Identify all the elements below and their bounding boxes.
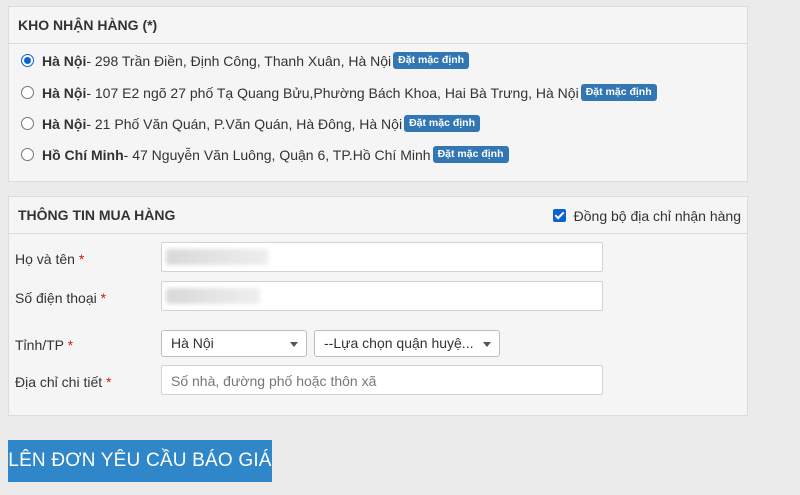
required-mark: * [78, 251, 85, 267]
buyer-info-panel: THÔNG TIN MUA HÀNG Đồng bộ địa chỉ nhận … [8, 196, 748, 416]
warehouse-title: KHO NHẬN HÀNG (*) [9, 7, 747, 44]
province-value: Hà Nội [171, 335, 214, 351]
warehouse-address: - 107 E2 ngõ 27 phố Tạ Quang Bửu,Phường … [86, 84, 579, 101]
required-mark: * [67, 337, 74, 353]
phone-input[interactable] [161, 281, 603, 311]
phone-label: Số điện thoại * [15, 290, 107, 306]
caret-down-icon [483, 342, 491, 347]
set-default-button[interactable]: Đặt mặc định [404, 115, 480, 132]
warehouse-address: - 47 Nguyễn Văn Luông, Quận 6, TP.Hồ Chí… [123, 146, 431, 163]
district-value: --Lựa chọn quận huyệ... [324, 335, 474, 351]
buyer-info-header: THÔNG TIN MUA HÀNG Đồng bộ địa chỉ nhận … [9, 197, 747, 234]
redacted-value [166, 249, 268, 265]
radio-icon[interactable] [21, 117, 34, 130]
warehouse-option-1[interactable]: Hà Nội - 298 Trần Điền, Định Công, Thanh… [21, 52, 470, 69]
buyer-info-title: THÔNG TIN MUA HÀNG [18, 207, 176, 223]
warehouse-option-3[interactable]: Hà Nội - 21 Phố Văn Quán, P.Văn Quán, Hà… [21, 115, 480, 132]
province-label: Tỉnh/TP * [15, 337, 74, 353]
warehouse-address: - 21 Phố Văn Quán, P.Văn Quán, Hà Đông, … [86, 115, 403, 132]
warehouse-city: Hà Nội [42, 115, 87, 132]
submit-quote-request-button[interactable]: LÊN ĐƠN YÊU CẦU BÁO GIÁ [8, 440, 272, 482]
warehouse-option-4[interactable]: Hồ Chí Minh - 47 Nguyễn Văn Luông, Quận … [21, 146, 509, 163]
required-mark: * [106, 374, 112, 390]
warehouse-address: - 298 Trần Điền, Định Công, Thanh Xuân, … [86, 52, 392, 69]
radio-icon[interactable] [21, 148, 34, 161]
sync-address-toggle[interactable]: Đồng bộ địa chỉ nhận hàng [552, 197, 741, 234]
set-default-button[interactable]: Đặt mặc định [393, 52, 470, 69]
set-default-button[interactable]: Đặt mặc định [580, 84, 657, 101]
radio-icon[interactable] [21, 86, 34, 99]
address-placeholder: Số nhà, đường phố hoặc thôn xã [171, 373, 377, 389]
caret-down-icon [290, 342, 298, 347]
warehouse-city: Hồ Chí Minh [42, 146, 124, 163]
warehouse-panel: KHO NHẬN HÀNG (*) Hà Nội - 298 Trần Điền… [8, 6, 748, 182]
warehouse-option-2[interactable]: Hà Nội - 107 E2 ngõ 27 phố Tạ Quang Bửu,… [21, 84, 657, 101]
address-input[interactable]: Số nhà, đường phố hoặc thôn xã [161, 365, 603, 395]
province-select[interactable]: Hà Nội [161, 330, 307, 357]
redacted-value [166, 288, 260, 304]
address-label: Địa chỉ chi tiết * [15, 374, 112, 390]
district-select[interactable]: --Lựa chọn quận huyệ... [314, 330, 500, 357]
warehouse-city: Hà Nội [42, 84, 87, 101]
checkbox-checked-icon[interactable] [552, 209, 566, 222]
required-mark: * [100, 290, 107, 306]
radio-icon-selected[interactable] [21, 54, 34, 67]
full-name-input[interactable] [161, 242, 603, 272]
set-default-button[interactable]: Đặt mặc định [432, 146, 509, 163]
sync-address-label: Đồng bộ địa chỉ nhận hàng [573, 207, 741, 224]
full-name-label: Họ và tên * [15, 251, 85, 267]
warehouse-city: Hà Nội [42, 52, 87, 69]
